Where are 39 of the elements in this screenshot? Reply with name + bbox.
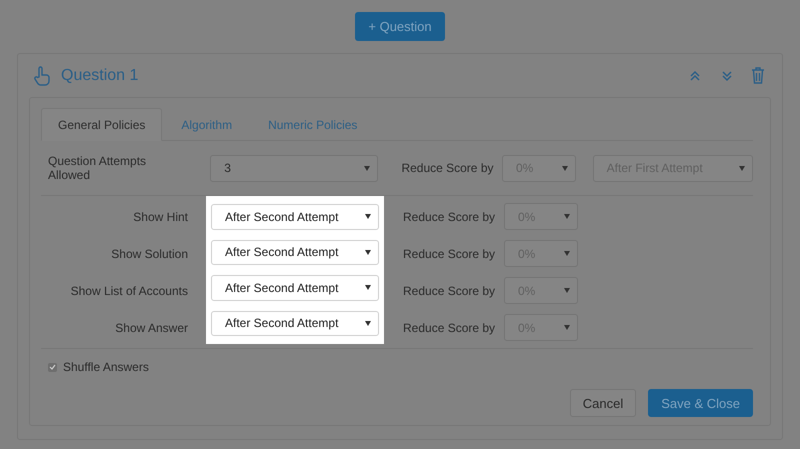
- cancel-button[interactable]: Cancel: [570, 389, 636, 417]
- field-label: Reduce Score by: [403, 246, 496, 260]
- caret-icon: [365, 285, 371, 290]
- checkbox[interactable]: [48, 362, 57, 372]
- caret-icon: [738, 166, 745, 170]
- caret-icon: [564, 325, 570, 330]
- caret-icon: [364, 166, 370, 170]
- field-label: Reduce Score by: [403, 210, 496, 224]
- field-label: Show Hint: [132, 210, 188, 224]
- caret-icon: [562, 166, 568, 170]
- caret-icon: [564, 251, 570, 256]
- tab[interactable]: Algorithm: [164, 108, 250, 141]
- pointing-hand-icon: [33, 66, 51, 86]
- dropdown[interactable]: After Second Attempt: [211, 310, 379, 336]
- field-label: Question Attempts Allowed: [48, 154, 148, 182]
- tab[interactable]: Numeric Policies: [251, 108, 374, 141]
- checkbox-label: Shuffle Answers: [63, 360, 150, 374]
- caret-icon: [365, 250, 371, 255]
- move-down-icon[interactable]: [721, 70, 733, 82]
- dropdown[interactable]: 3: [210, 154, 378, 182]
- trash-icon[interactable]: [751, 67, 765, 84]
- dropdown[interactable]: After Second Attempt: [211, 240, 379, 265]
- move-up-icon[interactable]: [689, 70, 701, 82]
- caret-icon: [564, 214, 570, 219]
- field-label: Reduce Score by: [403, 320, 496, 334]
- field-label: Show List of Accounts: [70, 284, 188, 298]
- add-question-button[interactable]: + Question: [355, 12, 445, 41]
- caret-icon: [365, 214, 371, 220]
- save-button[interactable]: Save & Close: [648, 389, 753, 417]
- field-label: Show Answer: [114, 320, 188, 334]
- field-label: Show Solution: [110, 246, 188, 260]
- field-label: Reduce Score by: [403, 284, 496, 298]
- dropdown[interactable]: After Second Attempt: [211, 275, 379, 300]
- tab[interactable]: General Policies: [41, 108, 162, 141]
- question-title: Question 1: [61, 66, 140, 84]
- field-label: Reduce Score by: [401, 161, 494, 175]
- dropdown[interactable]: After Second Attempt: [211, 204, 379, 230]
- caret-icon: [564, 288, 570, 293]
- caret-icon: [365, 320, 371, 326]
